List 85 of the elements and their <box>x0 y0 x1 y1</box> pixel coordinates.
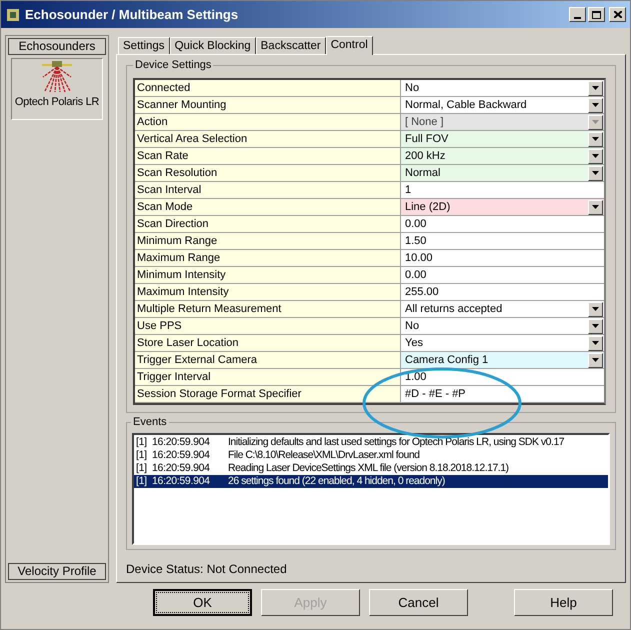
sidebar-footer-button[interactable]: Velocity Profile <box>8 563 106 580</box>
caret-icon <box>592 137 599 141</box>
input-field[interactable]: 1.00 <box>401 369 604 385</box>
caret-icon <box>592 307 599 311</box>
dialog-button[interactable]: Help <box>514 589 613 616</box>
property-name: Maximum Intensity <box>135 284 401 300</box>
caret-icon <box>592 154 599 158</box>
event-row[interactable]: [1] 16:20:59.904 File C:\8.10\Release\XML\DrvLaser.xml found <box>134 449 608 462</box>
event-row[interactable]: [1] 16:20:59.904 26 settings found (22 enabled, 4 hidden, 0 readonly) <box>134 475 608 488</box>
property-name: Maximum Range <box>135 250 401 266</box>
caret-icon <box>592 103 599 107</box>
input-field[interactable]: 255.00 <box>401 284 604 300</box>
dropdown-arrow-button[interactable] <box>588 80 603 96</box>
dropdown-field[interactable]: Normal, Cable Backward <box>401 97 604 113</box>
dropdown-field[interactable]: Line (2D) <box>401 199 604 215</box>
maximize-icon <box>592 10 601 18</box>
tab[interactable]: Quick Blocking <box>170 37 256 54</box>
input-field[interactable]: #D - #E - #P <box>401 386 604 402</box>
tab[interactable]: Control <box>326 36 373 55</box>
caret-icon <box>592 205 599 209</box>
property-name: Store Laser Location <box>135 335 401 351</box>
input-field[interactable]: 1.50 <box>401 233 604 249</box>
minimize-icon <box>574 17 581 19</box>
property-name: Minimum Intensity <box>135 267 401 283</box>
dropdown-field[interactable]: Full FOV <box>401 131 604 147</box>
dropdown-arrow-button[interactable] <box>588 166 603 180</box>
tab[interactable]: Backscatter <box>256 37 326 54</box>
property-name: Session Storage Format Specifier <box>135 386 401 402</box>
property-name: Trigger Interval <box>135 369 401 385</box>
event-row[interactable]: [1] 16:20:59.904 Initializing defaults and last used settings for Optech Polaris LR, using SDK v0.17 <box>134 436 608 449</box>
property-name: Scan Mode <box>135 199 401 215</box>
dropdown-field[interactable]: No <box>401 80 604 96</box>
minimize-button[interactable] <box>569 7 586 22</box>
dropdown-arrow-button[interactable] <box>588 318 603 334</box>
dropdown-field[interactable]: No <box>401 318 604 334</box>
dropdown-field[interactable]: Camera Config 1 <box>401 352 604 368</box>
property-name: Scanner Mounting <box>135 97 401 113</box>
property-name: Trigger External Camera <box>135 352 401 368</box>
dropdown-arrow-button[interactable] <box>588 200 603 214</box>
dialog-button[interactable]: OK <box>153 589 252 616</box>
dropdown-arrow-button[interactable] <box>588 98 603 112</box>
group-title: Device Settings <box>133 59 214 71</box>
property-name: Scan Resolution <box>135 165 401 181</box>
close-icon <box>614 11 622 18</box>
status-text: Device Status: Not Connected <box>126 562 287 576</box>
caret-icon <box>592 358 599 362</box>
window-title: Echosounder / Multibeam Settings <box>25 6 240 24</box>
app-icon <box>5 6 21 22</box>
event-row[interactable]: [1] 16:20:59.904 Reading Laser DeviceSettings XML file (version 8.18.2018.12.17.1) <box>134 462 608 475</box>
dropdown-arrow-button[interactable] <box>588 302 603 316</box>
property-name: Minimum Range <box>135 233 401 249</box>
input-field[interactable]: 1 <box>401 182 604 198</box>
property-name: Multiple Return Measurement <box>135 301 401 317</box>
dropdown-arrow-button[interactable] <box>588 336 603 350</box>
property-name: Action <box>135 114 401 130</box>
dropdown-field[interactable]: All returns accepted <box>401 301 604 317</box>
dialog-button[interactable]: Cancel <box>369 589 468 616</box>
device-item[interactable]: Optech Polaris LR <box>11 58 103 120</box>
caret-icon <box>592 120 599 124</box>
dropdown-field[interactable]: Normal <box>401 165 604 181</box>
sidebar-header[interactable]: Echosounders <box>8 38 106 55</box>
property-name: Scan Rate <box>135 148 401 164</box>
dropdown-arrow-button[interactable] <box>588 132 603 146</box>
sonar-beam-icon <box>42 61 72 93</box>
caret-icon <box>592 324 599 328</box>
property-name: Connected <box>135 80 401 96</box>
dropdown-field[interactable]: 200 kHz <box>401 148 604 164</box>
device-label: Optech Polaris LR <box>14 95 100 110</box>
close-button[interactable] <box>609 7 626 22</box>
input-field[interactable]: 0.00 <box>401 216 604 232</box>
dropdown-arrow-button[interactable] <box>588 352 603 368</box>
tab[interactable]: Settings <box>118 37 170 54</box>
caret-icon <box>592 341 599 345</box>
input-field[interactable]: 0.00 <box>401 267 604 283</box>
property-name: Scan Direction <box>135 216 401 232</box>
property-name: Use PPS <box>135 318 401 334</box>
caret-icon <box>592 171 599 175</box>
dropdown-arrow-button[interactable] <box>588 148 603 164</box>
property-name: Scan Interval <box>135 182 401 198</box>
dropdown-field[interactable]: Yes <box>401 335 604 351</box>
caret-icon <box>592 86 599 90</box>
maximize-button[interactable] <box>588 7 605 22</box>
group-title: Events <box>131 416 169 428</box>
input-field[interactable]: 10.00 <box>401 250 604 266</box>
property-name: Vertical Area Selection <box>135 131 401 147</box>
